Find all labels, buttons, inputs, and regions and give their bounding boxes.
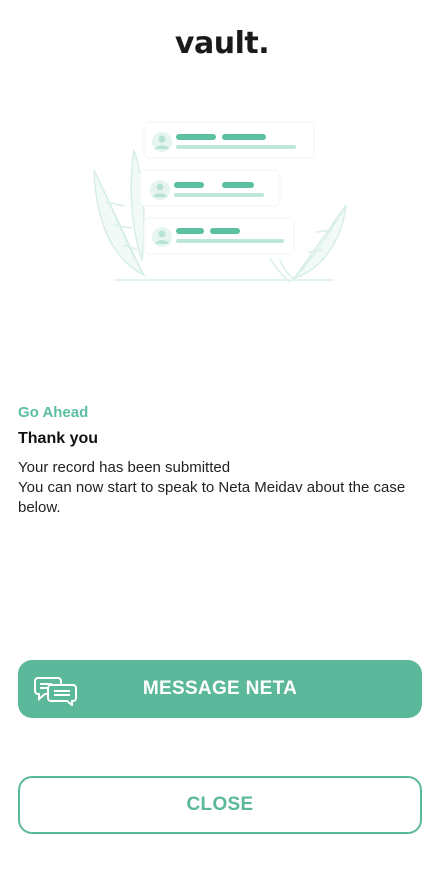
chat-card-1 — [143, 121, 315, 159]
chat-messages-illustration — [93, 121, 347, 283]
app-logo: vault. — [174, 26, 270, 61]
chat-bubbles-icon — [34, 677, 77, 706]
chat-card-3 — [143, 217, 295, 255]
close-button[interactable]: CLOSE — [18, 776, 422, 834]
confirmation-text: Your record has been submitted You can n… — [18, 458, 418, 518]
chat-card-2 — [139, 169, 281, 207]
message-neta-label: MESSAGE NETA — [142, 678, 298, 699]
go-ahead-label: Go Ahead — [18, 404, 89, 421]
close-label: CLOSE — [186, 794, 254, 815]
thank-you-heading: Thank you — [18, 430, 99, 447]
message-neta-button[interactable]: MESSAGE NETA — [18, 660, 422, 718]
confirmation-line-1: Your record has been submitted — [18, 459, 231, 476]
confirmation-line-2: You can now start to speak to Neta Meida… — [18, 479, 406, 516]
leaf-left-decoration — [93, 149, 146, 277]
